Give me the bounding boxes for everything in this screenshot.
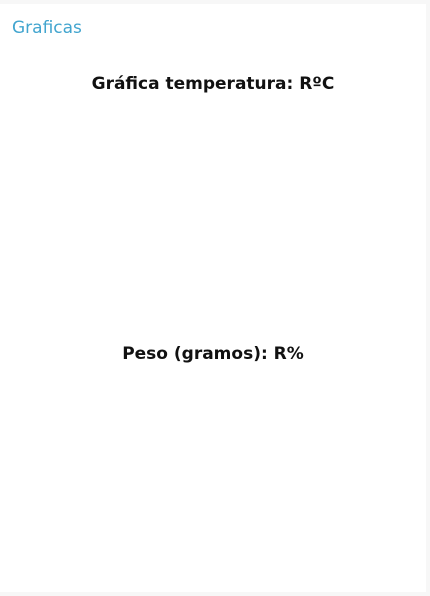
header: Graficas (12, 16, 82, 40)
temperature-chart-title: Gráfica temperatura: RºC (91, 74, 335, 94)
temperature-chart-area (23, 104, 403, 264)
temperature-chart-section: Gráfica temperatura: RºC (0, 72, 426, 272)
header-title-link[interactable]: Graficas (12, 18, 82, 38)
weight-chart-title: Peso (gramos): R% (122, 344, 304, 364)
weight-chart-area (23, 374, 403, 534)
app-screen: Graficas Gráfica temperatura: RºC Peso (… (0, 4, 426, 592)
weight-chart-section: Peso (gramos): R% (0, 342, 426, 542)
